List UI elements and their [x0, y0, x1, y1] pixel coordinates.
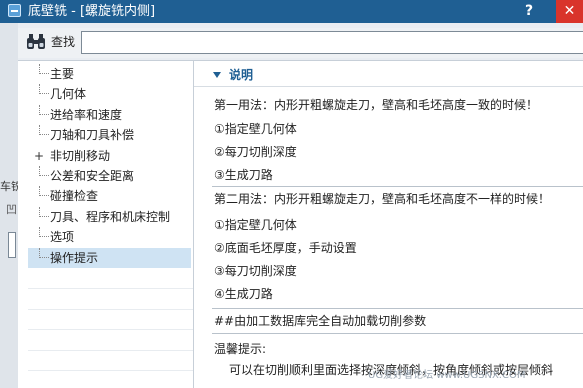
tree-item[interactable]: 几何体: [28, 84, 191, 104]
help-button[interactable]: ?: [525, 2, 533, 20]
binoculars-icon: [27, 34, 45, 49]
tree-connector: [39, 206, 49, 217]
tree-empty-row-line: [28, 370, 193, 371]
tree-item[interactable]: 公差和安全距离: [28, 166, 191, 186]
description-line: ③每刀切削深度: [214, 264, 297, 278]
tree-item-label: 非切削移动: [50, 148, 111, 163]
tree-item-label: 碰撞检查: [50, 189, 99, 204]
description-line: ②底面毛坯厚度，手动设置: [214, 241, 357, 255]
tree-item-label: 刀轴和刀具补偿: [50, 128, 135, 143]
search-bar: 查找: [18, 28, 583, 58]
search-input[interactable]: [81, 31, 583, 54]
description-line: ②每刀切削深度: [214, 145, 297, 159]
tree-connector: [39, 227, 49, 238]
separator: [212, 186, 583, 187]
tree-item-label: 主要: [50, 67, 75, 81]
expand-icon[interactable]: +: [34, 146, 44, 166]
tree-item[interactable]: + 非切削移动: [28, 146, 191, 166]
tree-item[interactable]: 刀具、程序和机床控制: [28, 206, 191, 227]
tree-item[interactable]: 进给率和速度: [28, 104, 191, 125]
separator: [212, 333, 583, 334]
tree-empty-row-line: [28, 308, 193, 310]
tree-item-label: 刀具、程序和机床控制: [50, 209, 171, 224]
section-header[interactable]: 说明: [194, 63, 583, 87]
navigation-tree: 主要几何体进给率和速度 刀轴和刀具补偿 + 非切削移动公差和安全距离 碰撞检查刀具、程序…: [18, 61, 193, 388]
tree-connector: [39, 247, 49, 258]
tree-connector: [39, 84, 49, 95]
description-line: 第二用法：内形开粗螺旋走刀，壁高和毛坯高度不一样的时候！: [214, 192, 551, 206]
section-title: 说明: [229, 68, 254, 82]
description-line: ③生成刀路: [214, 168, 273, 182]
tree-empty-row-line: [28, 288, 193, 290]
content-pane: 说明 第一用法：内形开粗螺旋走刀，壁高和毛坯高度一致的时候！ ①指定壁几何体 ②每刀…: [194, 61, 583, 388]
description-line: ④生成刀路: [214, 287, 273, 301]
tree-item-label: 进给率和速度: [50, 107, 123, 122]
description-line: 第一用法：内形开粗螺旋走刀，壁高和毛坯高度一致的时候！: [214, 98, 539, 112]
description-line: 温馨提示:: [214, 342, 267, 356]
description-line: ①指定壁几何体: [214, 122, 297, 136]
tree-item[interactable]: 刀轴和刀具补偿: [28, 125, 191, 145]
app-icon: [8, 4, 21, 17]
title-bar: 底壁铣 - [螺旋铣内侧] ? ✕: [0, 0, 583, 23]
search-label: 查找: [51, 35, 76, 49]
tree-item-label: 几何体: [50, 87, 87, 102]
tree-item[interactable]: 选项: [28, 227, 191, 247]
tree-item[interactable]: 操作提示: [28, 247, 191, 268]
background-fragment-2: 凹: [6, 203, 17, 216]
dialog-body: 主要几何体进给率和速度 刀轴和刀具补偿 + 非切削移动公差和安全距离 碰撞检查刀具、程序…: [18, 60, 583, 388]
tree-item-label: 操作提示: [50, 250, 99, 265]
description-line: ①指定壁几何体: [214, 218, 297, 232]
window-title: 底壁铣 - [螺旋铣内侧]: [28, 4, 156, 19]
tree-item-label: 选项: [50, 230, 75, 245]
tree-item-label: 公差和安全距离: [50, 169, 135, 183]
background-fragment-box: [8, 232, 16, 258]
tree-connector: [39, 125, 49, 136]
separator: [212, 308, 583, 309]
triangle-down-icon[interactable]: [213, 72, 221, 78]
close-button[interactable]: ✕: [556, 0, 583, 23]
tree-connector: [39, 166, 49, 176]
tree-item[interactable]: 碰撞检查: [28, 186, 191, 206]
tree-empty-row-line: [28, 349, 193, 351]
tree-empty-row-line: [28, 329, 193, 331]
tree-item[interactable]: 主要: [28, 64, 191, 84]
tree-connector: [39, 186, 49, 197]
tree-connector: [39, 64, 49, 74]
tree-connector: [39, 104, 49, 115]
watermark: UG爱好者论坛 www.UGSNX.COM: [368, 370, 526, 381]
description-line: ##由加工数据库完全自动加载切削参数: [214, 314, 427, 328]
